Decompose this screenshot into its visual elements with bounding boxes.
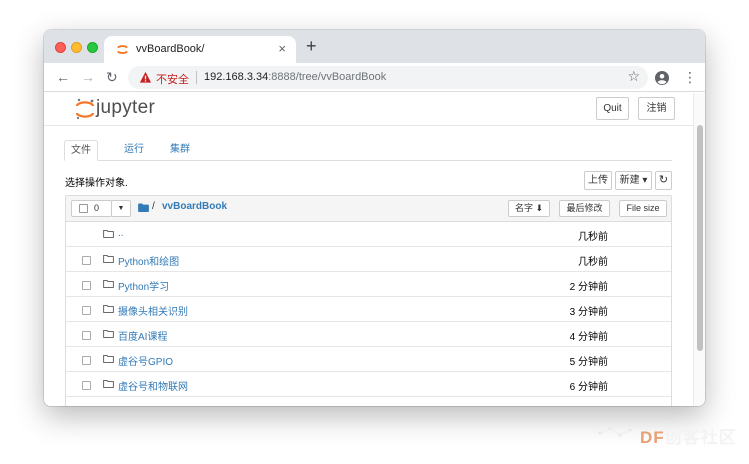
- sort-size-button[interactable]: File size: [619, 200, 667, 217]
- folder-icon: [103, 379, 114, 388]
- tab-bar: vvBoardBook/ × +: [44, 30, 705, 63]
- address-bar[interactable]: 不安全 192.168.3.34:8888/tree/vvBoardBook ☆: [128, 66, 648, 89]
- list-item[interactable]: 虚谷号GPIO 5 分钟前: [66, 347, 671, 372]
- tab-clusters[interactable]: 集群: [158, 140, 202, 161]
- file-name[interactable]: 摄像头相关识别: [118, 303, 188, 318]
- browser-window: vvBoardBook/ × + ← → ↻ 不安全 192.168.3.34:…: [44, 30, 705, 406]
- file-name[interactable]: 百度AI课程: [118, 328, 167, 343]
- file-name[interactable]: 虚谷号GPIO: [118, 353, 173, 368]
- list-item[interactable]: Python和绘图 几秒前: [66, 247, 671, 272]
- modified-time: 5 分钟前: [569, 357, 608, 368]
- list-item[interactable]: 虚谷号和物联网 6 分钟前: [66, 372, 671, 397]
- new-tab-button[interactable]: +: [306, 36, 317, 56]
- sort-name-button[interactable]: 名字 ⬇: [508, 200, 550, 217]
- tab-files[interactable]: 文件: [64, 140, 98, 161]
- selected-count: 0: [94, 203, 100, 213]
- modified-time: 6 分钟前: [569, 382, 608, 393]
- modified-time: 4 分钟前: [569, 332, 608, 343]
- browser-tab[interactable]: vvBoardBook/ ×: [104, 36, 296, 63]
- file-list-header: 0 ▼ / vvBoardBook 名字 ⬇ 最后修改 File size: [66, 196, 671, 222]
- logout-button[interactable]: 注销: [638, 97, 675, 120]
- folder-icon: [103, 329, 114, 338]
- forward-button[interactable]: →: [81, 68, 95, 86]
- profile-avatar-icon[interactable]: [655, 71, 669, 85]
- select-all-checkbox[interactable]: 0: [71, 200, 112, 217]
- list-item-parent[interactable]: .. 几秒前: [66, 222, 671, 247]
- bookmark-star-icon[interactable]: ☆: [627, 68, 640, 85]
- select-dropdown-icon[interactable]: ▼: [111, 200, 131, 217]
- browser-toolbar: ← → ↻ 不安全 192.168.3.34:8888/tree/vvBoard…: [44, 63, 705, 92]
- watermark-prefix: DF: [640, 428, 665, 447]
- header-divider: [44, 125, 693, 126]
- jupyter-wordmark: jupyter: [96, 97, 156, 118]
- jupyter-page: jupyter Quit 注销 文件 运行 集群 选择操作对象. 上传 新建 ▾…: [44, 93, 693, 406]
- folder-icon: [103, 304, 114, 313]
- upload-button[interactable]: 上传: [584, 171, 612, 190]
- folder-icon: [103, 354, 114, 363]
- modified-time: 几秒前: [578, 232, 608, 243]
- url-host: 192.168.3.34: [204, 71, 269, 83]
- watermark: DF创客社区: [640, 423, 737, 448]
- file-rows: .. 几秒前 Python和绘图 几秒前 Python学习 2 分钟前 摄像头相…: [66, 222, 671, 397]
- select-all-box[interactable]: [79, 204, 88, 213]
- url-text[interactable]: 192.168.3.34:8888/tree/vvBoardBook: [204, 71, 386, 83]
- jupyter-logo-icon: [75, 98, 95, 120]
- warning-icon: [139, 71, 152, 83]
- security-label[interactable]: 不安全: [156, 71, 189, 87]
- tab-close-icon[interactable]: ×: [278, 41, 286, 56]
- breadcrumb-separator: /: [152, 201, 155, 212]
- quit-button[interactable]: Quit: [596, 97, 629, 120]
- list-item[interactable]: Python学习 2 分钟前: [66, 272, 671, 297]
- folder-icon: [103, 279, 114, 288]
- row-checkbox[interactable]: [82, 381, 91, 390]
- list-item[interactable]: 摄像头相关识别 3 分钟前: [66, 297, 671, 322]
- url-path: :8888/tree/vvBoardBook: [268, 71, 387, 83]
- row-checkbox[interactable]: [82, 281, 91, 290]
- tab-running[interactable]: 运行: [112, 140, 156, 161]
- row-checkbox[interactable]: [82, 256, 91, 265]
- dashboard-tabs: 文件 运行 集群: [64, 140, 672, 161]
- modified-time: 3 分钟前: [569, 307, 608, 318]
- watermark-dots-icon: [598, 427, 632, 437]
- modified-time: 几秒前: [578, 257, 608, 268]
- watermark-suffix: 创客社区: [664, 428, 737, 447]
- close-window-button[interactable]: [55, 42, 66, 53]
- file-name[interactable]: 虚谷号和物联网: [118, 378, 188, 393]
- refresh-icon[interactable]: ↻: [655, 171, 672, 190]
- folder-home-icon[interactable]: [138, 203, 149, 212]
- address-divider: [196, 71, 197, 84]
- row-checkbox[interactable]: [82, 356, 91, 365]
- folder-icon: [103, 254, 114, 263]
- minimize-window-button[interactable]: [71, 42, 82, 53]
- browser-menu-icon[interactable]: ⋮: [683, 68, 697, 86]
- breadcrumb-folder[interactable]: vvBoardBook: [162, 201, 227, 212]
- folder-icon: [103, 229, 114, 238]
- file-name[interactable]: ..: [118, 228, 124, 239]
- page-scrollbar[interactable]: [693, 93, 705, 406]
- file-list: 0 ▼ / vvBoardBook 名字 ⬇ 最后修改 File size ..…: [65, 195, 672, 406]
- modified-time: 2 分钟前: [569, 282, 608, 293]
- tab-title: vvBoardBook/: [136, 43, 205, 55]
- selection-hint: 选择操作对象.: [65, 178, 128, 189]
- row-checkbox[interactable]: [82, 331, 91, 340]
- jupyter-favicon-icon: [117, 45, 128, 54]
- back-button[interactable]: ←: [56, 68, 70, 86]
- zoom-window-button[interactable]: [87, 42, 98, 53]
- list-item[interactable]: 百度AI课程 4 分钟前: [66, 322, 671, 347]
- scrollbar-thumb[interactable]: [697, 125, 703, 351]
- file-name[interactable]: Python学习: [118, 278, 169, 293]
- reload-button[interactable]: ↻: [106, 68, 118, 86]
- row-checkbox[interactable]: [82, 306, 91, 315]
- sort-modified-button[interactable]: 最后修改: [559, 200, 610, 217]
- file-name[interactable]: Python和绘图: [118, 253, 179, 268]
- new-dropdown-button[interactable]: 新建 ▾: [615, 171, 652, 190]
